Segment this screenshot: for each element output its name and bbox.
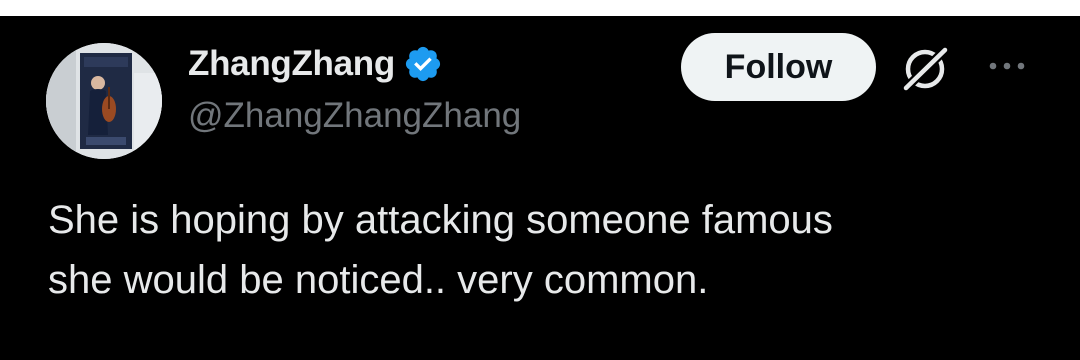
follow-button[interactable]: Follow [681,33,876,101]
verified-badge-icon [403,44,443,84]
top-white-strip [0,0,1080,16]
tweet-body-text: She is hoping by attacking someone famou… [48,198,833,302]
avatar-image [46,43,162,159]
grok-icon[interactable] [898,38,956,96]
author-handle[interactable]: @ZhangZhangZhang [188,96,521,136]
screenshot-page: ZhangZhang @ZhangZhangZhang Follow She i… [0,0,1080,360]
author-display-name[interactable]: ZhangZhang [188,44,395,84]
avatar[interactable] [46,43,162,159]
tweet-card: ZhangZhang @ZhangZhangZhang Follow She i… [0,16,1080,360]
more-options-icon[interactable] [985,54,1029,78]
author-name-row: ZhangZhang [188,40,443,88]
